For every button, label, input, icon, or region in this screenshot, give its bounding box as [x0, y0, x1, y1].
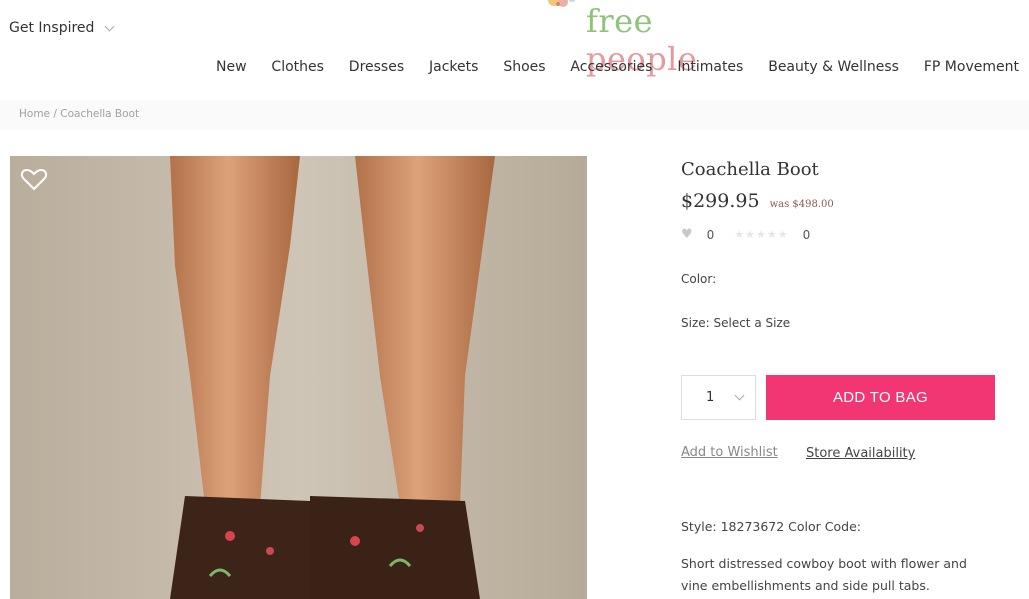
nav-item-clothes[interactable]: Clothes — [271, 59, 324, 81]
nav-item-jackets[interactable]: Jackets — [429, 59, 478, 81]
store-availability-link[interactable]: Store Availability — [806, 446, 915, 461]
breadcrumb-current: Coachella Boot — [60, 108, 140, 120]
nav-item-shoes[interactable]: Shoes — [503, 59, 545, 81]
size-selector-label[interactable]: Size: Select a Size — [681, 316, 790, 330]
nav-item-beauty-wellness[interactable]: Beauty & Wellness — [768, 59, 899, 81]
breadcrumb: Home / Coachella Boot — [19, 108, 139, 120]
product-image[interactable] — [10, 156, 587, 599]
sale-price: $299.95 — [681, 190, 760, 212]
price-row: $299.95 was $498.00 — [681, 190, 834, 212]
product-description: Short distressed cowboy boot with flower… — [681, 556, 967, 593]
heart-icon[interactable]: ♥ — [681, 227, 693, 242]
likes-reviews-row: ♥ 0 ★★★★★ 0 — [681, 227, 810, 242]
breadcrumb-bar — [0, 100, 1029, 130]
likes-count: 0 — [706, 227, 715, 242]
add-to-wishlist-link[interactable]: Add to Wishlist — [681, 445, 778, 460]
quantity-select[interactable]: 1 — [681, 375, 756, 420]
chevron-down-icon — [734, 390, 745, 401]
main-nav: New Clothes Dresses Jackets Shoes Access… — [200, 59, 1019, 81]
get-inspired-menu[interactable]: Get Inspired — [9, 20, 115, 36]
flower-logo-icon — [548, 0, 576, 7]
product-title: Coachella Boot — [681, 159, 819, 180]
logo-text-free: free — [586, 2, 654, 40]
was-price: was $498.00 — [769, 199, 834, 210]
nav-item-fp-movement[interactable]: FP Movement — [924, 59, 1019, 81]
star-icon[interactable]: ★★★★★ — [734, 228, 788, 241]
get-inspired-label: Get Inspired — [9, 20, 95, 36]
nav-item-new[interactable]: New — [216, 59, 247, 81]
brand-logo[interactable]: free people — [534, 0, 774, 78]
nav-item-dresses[interactable]: Dresses — [349, 59, 404, 81]
add-to-bag-button[interactable]: ADD TO BAG — [766, 375, 995, 420]
style-color-code: Style: 18273672 Color Code: — [681, 519, 861, 534]
favorite-heart-icon[interactable] — [20, 168, 48, 192]
product-photo — [10, 156, 587, 599]
chevron-down-icon — [104, 21, 115, 31]
reviews-count: 0 — [802, 227, 811, 242]
color-label: Color: — [681, 272, 717, 286]
nav-item-intimates[interactable]: Intimates — [677, 59, 743, 81]
breadcrumb-separator: / — [53, 108, 57, 120]
quantity-value: 1 — [706, 390, 715, 405]
nav-item-accessories[interactable]: Accessories — [570, 59, 652, 81]
breadcrumb-home[interactable]: Home — [19, 108, 50, 120]
